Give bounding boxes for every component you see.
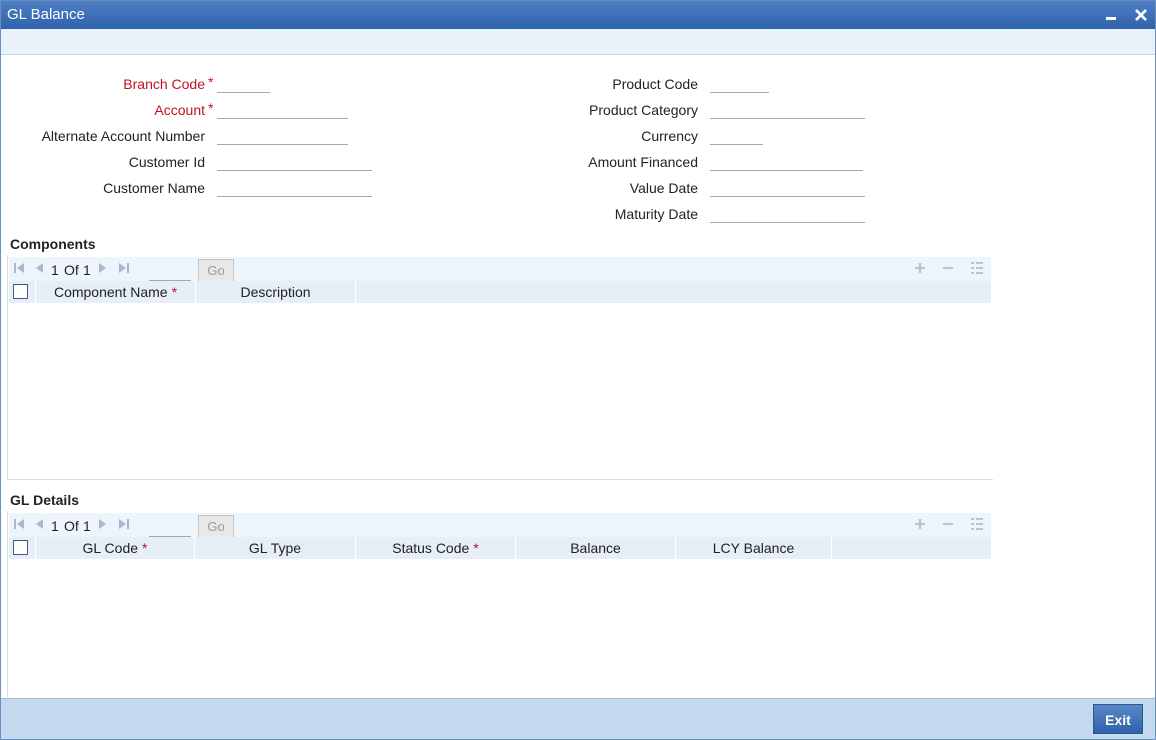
components-of-label: Of bbox=[64, 262, 79, 278]
next-page-icon[interactable] bbox=[97, 518, 109, 534]
gl-balance-window: GL Balance Branch Code * Account * Alter… bbox=[0, 0, 1156, 740]
required-marker: * bbox=[171, 284, 178, 300]
window-title: GL Balance bbox=[7, 6, 85, 23]
maturity-date-field[interactable] bbox=[710, 203, 865, 223]
account-field[interactable] bbox=[217, 99, 348, 119]
title-bar: GL Balance bbox=[1, 1, 1155, 29]
exit-button[interactable]: Exit bbox=[1093, 704, 1143, 734]
column-status-code[interactable]: Status Code * bbox=[356, 537, 516, 559]
product-category-field[interactable] bbox=[710, 99, 865, 119]
required-marker: * bbox=[142, 540, 148, 556]
customer-name-field[interactable] bbox=[217, 177, 372, 197]
section-divider bbox=[7, 479, 993, 480]
customer-id-label: Customer Id bbox=[128, 154, 205, 170]
last-page-icon[interactable] bbox=[118, 518, 130, 534]
value-date-label: Value Date bbox=[629, 180, 698, 196]
components-total-pages: 1 bbox=[83, 262, 91, 278]
first-page-icon[interactable] bbox=[13, 518, 25, 534]
gl-details-title: GL Details bbox=[10, 492, 79, 508]
column-label: LCY Balance bbox=[712, 540, 795, 556]
amount-financed-field[interactable] bbox=[710, 151, 863, 171]
components-title: Components bbox=[10, 236, 96, 252]
gl-details-current-page: 1 bbox=[51, 518, 59, 534]
column-label: Component Name bbox=[53, 284, 168, 300]
select-all-cell bbox=[9, 537, 36, 559]
product-code-field[interactable] bbox=[710, 73, 769, 93]
delete-row-icon[interactable] bbox=[941, 261, 955, 280]
currency-field[interactable] bbox=[710, 125, 763, 145]
currency-label: Currency bbox=[641, 128, 698, 144]
alternate-account-number-field[interactable] bbox=[217, 125, 348, 145]
branch-code-field[interactable] bbox=[217, 73, 270, 93]
column-label: GL Code bbox=[82, 540, 139, 556]
minimize-icon[interactable] bbox=[1101, 5, 1121, 25]
select-all-checkbox[interactable] bbox=[13, 540, 28, 555]
column-gl-type[interactable]: GL Type bbox=[195, 537, 356, 559]
amount-financed-label: Amount Financed bbox=[588, 154, 698, 170]
add-row-icon[interactable] bbox=[913, 517, 927, 536]
gl-details-go-button[interactable]: Go bbox=[198, 515, 234, 539]
next-page-icon[interactable] bbox=[97, 262, 109, 278]
column-description[interactable]: Description bbox=[196, 281, 356, 303]
first-page-icon[interactable] bbox=[13, 262, 25, 278]
components-grid-body bbox=[9, 303, 991, 477]
single-view-icon[interactable] bbox=[970, 261, 984, 280]
gl-details-page-input[interactable] bbox=[149, 517, 191, 537]
gl-details-border bbox=[7, 511, 8, 697]
previous-page-icon[interactable] bbox=[33, 518, 45, 534]
required-marker: * bbox=[208, 100, 214, 116]
single-view-icon[interactable] bbox=[970, 517, 984, 536]
gl-details-grid-body bbox=[9, 559, 991, 695]
column-label: Balance bbox=[570, 540, 621, 556]
customer-id-field[interactable] bbox=[217, 151, 372, 171]
components-current-page: 1 bbox=[51, 262, 59, 278]
product-category-label: Product Category bbox=[589, 102, 698, 118]
close-icon[interactable] bbox=[1131, 5, 1151, 25]
gl-details-total-pages: 1 bbox=[83, 518, 91, 534]
components-toolbar: 1 Of 1 Go bbox=[9, 257, 991, 283]
gl-details-grid-header: GL Code * GL Type Status Code * Balance LC… bbox=[9, 537, 991, 559]
product-code-label: Product Code bbox=[612, 76, 698, 92]
select-all-cell bbox=[9, 281, 36, 303]
add-row-icon[interactable] bbox=[913, 261, 927, 280]
components-grid-header: Component Name * Description bbox=[9, 281, 991, 303]
gl-details-toolbar: 1 Of 1 Go bbox=[9, 513, 991, 539]
gl-details-of-label: Of bbox=[64, 518, 79, 534]
maturity-date-label: Maturity Date bbox=[614, 206, 698, 222]
required-marker: * bbox=[473, 540, 479, 556]
customer-name-label: Customer Name bbox=[103, 180, 205, 196]
required-marker: * bbox=[208, 74, 214, 90]
alternate-account-number-label: Alternate Account Number bbox=[41, 128, 205, 144]
footer-bar: Exit bbox=[1, 698, 1155, 739]
column-label: GL Type bbox=[248, 540, 302, 556]
delete-row-icon[interactable] bbox=[941, 517, 955, 536]
components-go-button[interactable]: Go bbox=[198, 259, 234, 283]
header-strip bbox=[1, 29, 1155, 55]
column-balance[interactable]: Balance bbox=[516, 537, 676, 559]
select-all-checkbox[interactable] bbox=[13, 284, 28, 299]
branch-code-label: Branch Code bbox=[123, 76, 205, 92]
column-label: Status Code bbox=[392, 540, 470, 556]
last-page-icon[interactable] bbox=[118, 262, 130, 278]
column-gl-code[interactable]: GL Code * bbox=[36, 537, 195, 559]
previous-page-icon[interactable] bbox=[33, 262, 45, 278]
components-border bbox=[7, 255, 8, 479]
column-lcy-balance[interactable]: LCY Balance bbox=[676, 537, 832, 559]
account-label: Account bbox=[154, 102, 205, 118]
value-date-field[interactable] bbox=[710, 177, 865, 197]
column-label: Description bbox=[240, 284, 311, 300]
column-component-name[interactable]: Component Name * bbox=[36, 281, 196, 303]
components-page-input[interactable] bbox=[149, 261, 191, 281]
